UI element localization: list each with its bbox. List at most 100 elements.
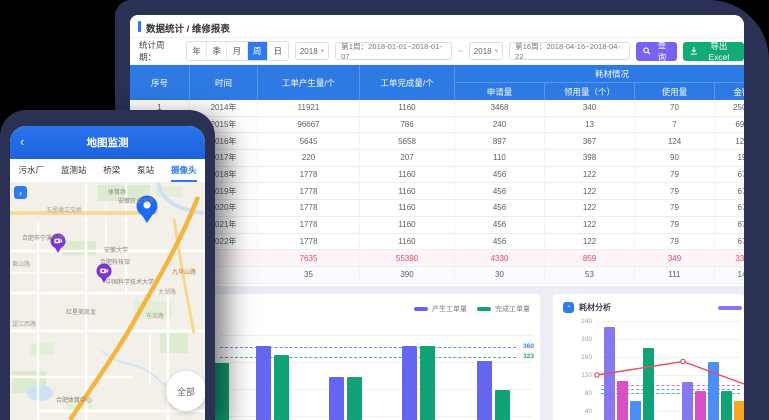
table-cell: 90 xyxy=(635,150,715,166)
table-cell: 1160 xyxy=(360,200,455,216)
start-week-input[interactable]: 第1周：2018-01-01~2018-01-07 xyxy=(335,42,452,60)
start-year-select[interactable]: 2018 ▾ xyxy=(295,42,329,60)
range-separator: ~ xyxy=(458,47,463,56)
y-axis-tick: 160 xyxy=(572,354,592,361)
phone-tab-bar: 污水厂监测站桥梁泵站摄像头 xyxy=(10,159,205,183)
sub-header-1: 申请量 xyxy=(455,83,545,100)
period-option-月[interactable]: 月 xyxy=(227,42,247,60)
consumable-chart-card: ◔ 耗材分析 2402001601208040 xyxy=(553,294,744,420)
table-cell: 79 xyxy=(635,167,715,183)
table-cell: 11921 xyxy=(258,100,360,116)
bar xyxy=(329,377,344,420)
phone-tab-污水厂[interactable]: 污水厂 xyxy=(18,159,44,182)
table-row: 92022年177811604561227967 xyxy=(130,234,744,251)
phone-tab-监测站[interactable]: 监测站 xyxy=(61,159,87,182)
sub-header-4: 金额 xyxy=(715,83,744,100)
table-cell: 30 xyxy=(455,267,545,283)
table-cell: 67 xyxy=(715,183,744,199)
table-cell: 1160 xyxy=(360,100,455,116)
expand-panel-button[interactable]: › xyxy=(14,186,27,199)
table-cell: 122 xyxy=(545,167,635,183)
table-cell: 7635 xyxy=(258,250,360,266)
table-cell: 5658 xyxy=(360,133,455,149)
table-cell: 897 xyxy=(455,133,545,149)
col-header-index: 序号 xyxy=(130,65,190,100)
table-cell: 111 xyxy=(635,267,715,283)
map-label: 九华山路 xyxy=(172,267,196,276)
end-week-input[interactable]: 第16周：2018-04-16~2018-04-22 xyxy=(509,42,630,60)
period-option-周[interactable]: 周 xyxy=(248,42,268,60)
table-cell: 207 xyxy=(360,150,455,166)
show-all-label: 全部 xyxy=(177,385,195,398)
table-row: 72020年177811604561227967 xyxy=(130,200,744,217)
bar xyxy=(721,391,732,420)
period-segmented-control: 年季月周日 xyxy=(186,41,289,61)
reference-line-label: 360 xyxy=(523,343,534,350)
map-label: 中国科学技术大学 xyxy=(106,277,154,286)
map-view[interactable]: 体育场安徽农业大学五里墩立交桥合肥市宁溪小学安徽大学合肥科技馆中国科学技术大学黄… xyxy=(10,183,205,420)
period-option-季[interactable]: 季 xyxy=(207,42,227,60)
table-cell: 1778 xyxy=(258,234,360,250)
period-option-年[interactable]: 年 xyxy=(187,42,207,60)
table-cell: 456 xyxy=(455,234,545,250)
table-cell: 1778 xyxy=(258,167,360,183)
bar xyxy=(495,390,510,420)
table-cell: 859 xyxy=(545,250,635,266)
table-cell: 1778 xyxy=(258,217,360,233)
table-cell: 35 xyxy=(258,267,360,283)
table-cell: 67 xyxy=(715,167,744,183)
table-cell: 2508 xyxy=(715,100,744,116)
period-option-日[interactable]: 日 xyxy=(268,42,288,60)
table-cell: 79 xyxy=(635,234,715,250)
phone-tab-泵站[interactable]: 泵站 xyxy=(137,159,154,182)
col-header-completed: 工单完成量/个 xyxy=(360,65,455,100)
bar xyxy=(682,382,693,420)
table-cell: 1160 xyxy=(360,217,455,233)
bar xyxy=(734,401,744,420)
table-cell: 240 xyxy=(455,117,545,133)
table-cell: 398 xyxy=(545,150,635,166)
table-cell: 124 xyxy=(635,133,715,149)
col-header-created: 工单产生量/个 xyxy=(258,65,360,100)
map-label: 安徽大学 xyxy=(104,245,128,254)
table-cell: 122 xyxy=(545,217,635,233)
col-header-time: 时间 xyxy=(190,65,258,100)
bar xyxy=(347,377,362,420)
table-row: 12014年1192111603468340702508 xyxy=(130,100,744,117)
table-cell: 110 xyxy=(455,150,545,166)
filter-toolbar: 统计周期： 年季月周日 2018 ▾ 第1周：2018-01-01~2018-0… xyxy=(130,38,744,65)
end-year-value: 2018 xyxy=(474,47,492,56)
bar xyxy=(274,355,289,420)
table-cell: 4330 xyxy=(455,250,545,266)
calendar-caret-icon: ▾ xyxy=(321,47,325,55)
map-label: 体育场 xyxy=(108,187,126,196)
export-excel-button[interactable]: 导出Excel xyxy=(683,42,744,61)
calendar-caret-icon: ▾ xyxy=(495,47,499,55)
gridline xyxy=(601,357,740,358)
phone-tab-摄像头[interactable]: 摄像头 xyxy=(171,159,197,182)
show-all-button[interactable]: 全部 xyxy=(166,371,205,411)
table-cell: 786 xyxy=(360,117,455,133)
search-button-label: 查询 xyxy=(654,39,670,63)
end-year-select[interactable]: 2018 ▾ xyxy=(469,42,503,60)
y-axis-tick: 40 xyxy=(572,408,592,415)
table-cell: 1160 xyxy=(360,167,455,183)
table-row: 42017年2202071103989019 xyxy=(130,150,744,167)
table-cell: 96667 xyxy=(258,117,360,133)
table-cell: 3468 xyxy=(455,100,545,116)
table-cell: 1160 xyxy=(360,183,455,199)
dashboard-window: 数据统计 / 维修报表 统计周期： 年季月周日 2018 ▾ 第1周：2018-… xyxy=(130,15,744,420)
table-header: 序号 时间 工单产生量/个 工单完成量/个 耗材情况 申请量 领用量（个） 使用… xyxy=(130,65,744,100)
map-label: 合肥体育中心 xyxy=(56,395,92,404)
phone-tab-桥梁[interactable]: 桥梁 xyxy=(103,159,120,182)
table-cell: 1778 xyxy=(258,183,360,199)
start-week-value: 第1周：2018-01-01~2018-01-07 xyxy=(341,41,446,61)
table-cell: 5645 xyxy=(258,133,360,149)
search-icon xyxy=(643,47,651,55)
table-row: 82021年177811604561227967 xyxy=(130,217,744,234)
gridline xyxy=(601,339,740,340)
search-button[interactable]: 查询 xyxy=(636,42,677,61)
bar xyxy=(708,362,719,420)
table-cell: 79 xyxy=(635,217,715,233)
table-cell: 340 xyxy=(545,100,635,116)
